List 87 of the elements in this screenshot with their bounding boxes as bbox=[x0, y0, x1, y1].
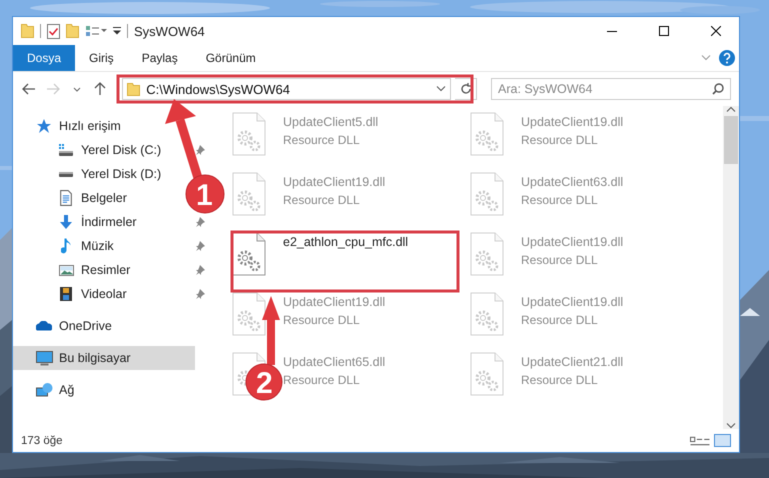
star-icon bbox=[36, 118, 52, 134]
ribbon-tab[interactable]: Paylaş bbox=[128, 45, 192, 71]
sidebar-item[interactable]: Bu bilgisayar bbox=[13, 346, 195, 370]
file-type: Resource DLL bbox=[283, 373, 361, 387]
forward-arrow-icon bbox=[46, 83, 60, 95]
sidebar-item[interactable]: İndirmeler bbox=[13, 210, 143, 234]
dll-file-icon bbox=[470, 292, 504, 336]
details-view-icon[interactable] bbox=[690, 436, 710, 446]
monitor-icon bbox=[36, 350, 52, 366]
music-note-icon bbox=[61, 238, 71, 254]
file-name: UpdateClient65.dll bbox=[283, 355, 386, 369]
file-type: Resource DLL bbox=[521, 133, 599, 147]
chevron-down-icon bbox=[72, 86, 81, 92]
customize-dropdown-icon[interactable] bbox=[113, 27, 121, 35]
file-name: UpdateClient19.dll bbox=[521, 115, 624, 129]
chevron-down-icon[interactable] bbox=[436, 86, 446, 92]
maximize-icon bbox=[659, 26, 669, 36]
sidebar-item[interactable]: Resimler bbox=[13, 258, 136, 282]
dll-file-icon bbox=[470, 352, 504, 396]
back-arrow-icon bbox=[22, 83, 36, 95]
file-name: UpdateClient19.dll bbox=[521, 295, 624, 309]
sidebar-item[interactable]: Hızlı erişim bbox=[13, 114, 127, 138]
dll-file-icon bbox=[470, 232, 504, 276]
network-icon bbox=[36, 383, 52, 397]
file-type: Resource DLL bbox=[283, 133, 361, 147]
file-name: e2_athlon_cpu_mfc.dll bbox=[283, 235, 408, 249]
chevron-up-icon[interactable] bbox=[726, 106, 736, 112]
close-icon bbox=[711, 26, 721, 36]
film-icon bbox=[60, 287, 72, 301]
sidebar-item[interactable]: Videolar bbox=[13, 282, 133, 306]
search-field[interactable]: Ara: SysWOW64 bbox=[491, 78, 731, 100]
step-badge: 1 bbox=[186, 174, 224, 214]
folder-icon bbox=[127, 82, 140, 96]
refresh-icon bbox=[460, 83, 472, 95]
pin-icon[interactable] bbox=[195, 145, 205, 155]
download-arrow-icon bbox=[60, 215, 72, 229]
file-type: Resource DLL bbox=[521, 373, 599, 387]
annotation-arrow bbox=[262, 296, 280, 365]
file-name: UpdateClient63.dll bbox=[521, 175, 624, 189]
cloud-icon bbox=[36, 321, 52, 331]
help-icon[interactable] bbox=[719, 50, 735, 66]
file-type: Resource DLL bbox=[521, 313, 599, 327]
pin-icon[interactable] bbox=[195, 241, 205, 251]
drive-icon bbox=[59, 144, 73, 156]
sidebar-item[interactable]: Yerel Disk (C:) bbox=[13, 138, 168, 162]
scrollbar[interactable] bbox=[723, 106, 739, 429]
file-type: Resource DLL bbox=[283, 313, 361, 327]
document-icon bbox=[60, 190, 72, 206]
dll-file-icon bbox=[470, 112, 504, 156]
pin-icon[interactable] bbox=[195, 265, 205, 275]
scrollbar-thumb[interactable] bbox=[724, 116, 738, 164]
dll-file-icon bbox=[232, 232, 266, 276]
chevron-down-icon[interactable] bbox=[726, 423, 736, 429]
address-field[interactable]: C:\Windows\SysWOW64 bbox=[122, 78, 452, 100]
dll-file-icon bbox=[232, 112, 266, 156]
item-count: 173 öğe bbox=[21, 434, 63, 446]
properties-icon[interactable] bbox=[47, 24, 60, 38]
dll-file-icon bbox=[470, 172, 504, 216]
file-type: Resource DLL bbox=[521, 193, 599, 207]
ribbon-tab[interactable]: Dosya bbox=[13, 45, 76, 71]
file-name: UpdateClient5.dll bbox=[283, 115, 378, 129]
pin-icon[interactable] bbox=[195, 289, 205, 299]
ribbon-tab[interactable]: Görünüm bbox=[192, 45, 270, 71]
file-name: UpdateClient19.dll bbox=[521, 235, 624, 249]
search-icon bbox=[712, 83, 724, 95]
window-title: SysWOW64 bbox=[134, 24, 206, 38]
picture-icon bbox=[58, 264, 74, 276]
drive-icon bbox=[59, 172, 73, 176]
sidebar-item[interactable]: Ağ bbox=[13, 378, 80, 402]
sidebar-item[interactable]: Müzik bbox=[13, 234, 120, 258]
large-icons-view-icon[interactable] bbox=[714, 434, 731, 447]
file-name: UpdateClient21.dll bbox=[521, 355, 624, 369]
dll-file-icon bbox=[232, 292, 266, 336]
up-arrow-icon bbox=[94, 82, 106, 96]
step-badge: 2 bbox=[246, 364, 282, 400]
minimize-icon bbox=[607, 30, 617, 32]
file-name: UpdateClient19.dll bbox=[283, 295, 386, 309]
dll-file-icon bbox=[232, 172, 266, 216]
view-list-icon[interactable] bbox=[85, 25, 107, 37]
file-type: Resource DLL bbox=[283, 193, 361, 207]
pin-icon[interactable] bbox=[195, 217, 205, 227]
ribbon-tab[interactable]: Giriş bbox=[75, 45, 128, 71]
file-name: UpdateClient19.dll bbox=[283, 175, 386, 189]
sidebar-item[interactable]: Yerel Disk (D:) bbox=[13, 162, 168, 186]
file-type: Resource DLL bbox=[521, 253, 599, 267]
sidebar-item[interactable]: Belgeler bbox=[13, 186, 133, 210]
sidebar-item[interactable]: OneDrive bbox=[13, 314, 118, 338]
